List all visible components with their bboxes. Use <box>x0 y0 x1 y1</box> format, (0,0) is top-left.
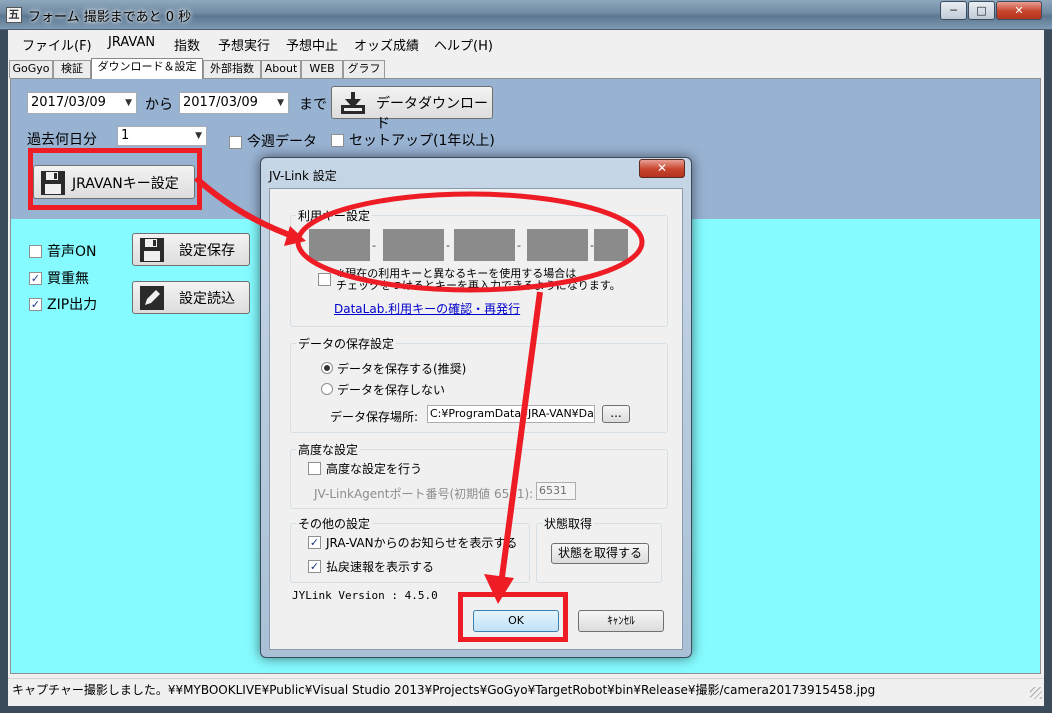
tab-download-settings[interactable]: ダウンロード＆設定 <box>91 58 203 79</box>
save-path-label: データ保存場所: <box>330 410 419 424</box>
change-key-checkbox[interactable] <box>318 273 331 286</box>
tab-about[interactable]: About <box>261 60 301 78</box>
annotation-box <box>28 148 202 210</box>
chevron-down-icon: ▼ <box>195 131 202 141</box>
maximize-button[interactable]: □ <box>968 1 995 20</box>
title-bar: 五 フォーム 撮影まであと 0 秒 ─ □ ✕ <box>0 0 1052 30</box>
port-field[interactable]: 6531 <box>536 482 576 500</box>
advanced-group-label: 高度な設定 <box>296 441 361 458</box>
floppy-disk-icon <box>140 238 164 262</box>
from-label: から <box>145 97 173 113</box>
key-separator: - <box>372 239 376 252</box>
save-data-label: データを保存する(推奨) <box>337 362 467 376</box>
from-date-value: 2017/03/09 <box>31 95 106 110</box>
close-button[interactable]: ✕ <box>996 1 1042 20</box>
menu-bar: ファイル(F) JRAVAN 指数 予想実行 予想中止 オッズ成績 ヘルプ(H) <box>8 30 1044 56</box>
no-buy-checkbox[interactable]: ✓ <box>29 272 42 285</box>
resize-grip[interactable] <box>1030 687 1042 699</box>
notice-label: JRA-VANからのお知らせを表示する <box>326 536 518 550</box>
this-week-checkbox[interactable] <box>229 136 242 149</box>
status-group-label: 状態取得 <box>542 515 595 532</box>
this-week-label: 今週データ <box>247 134 317 150</box>
port-label: JV-LinkAgentポート番号(初期値 6531): <box>314 487 534 501</box>
status-text: キャプチャー撮影しました。¥¥MYBOOKLIVE¥Public¥Visual … <box>12 683 876 697</box>
datalab-key-link[interactable]: DataLab.利用キーの確認・再発行 <box>334 300 520 317</box>
menu-file[interactable]: ファイル(F) <box>22 35 92 54</box>
menu-predict-stop[interactable]: 予想中止 <box>286 35 338 54</box>
version-text: JYLink Version : 4.5.0 <box>292 589 438 602</box>
dialog-close-button[interactable]: ✕ <box>639 159 685 178</box>
tab-graph[interactable]: グラフ <box>343 60 385 78</box>
save-data-radio[interactable] <box>321 362 333 374</box>
jvlink-settings-dialog: JV-Link 設定 ✕ 利用キー設定 - - - - ※現在の利用キーと異なる… <box>260 157 692 658</box>
tab-external-index[interactable]: 外部指数 <box>203 60 261 78</box>
from-date-picker[interactable]: 2017/03/09 ▼ <box>27 92 137 114</box>
chevron-down-icon: ▼ <box>277 98 284 108</box>
data-download-button[interactable]: データダウンロード <box>331 86 493 132</box>
setup-checkbox[interactable] <box>331 134 344 147</box>
save-path-field[interactable]: C:¥ProgramData¥JRA-VAN¥Data <box>427 405 595 423</box>
data-download-label: データダウンロード <box>376 96 488 132</box>
advanced-checkbox[interactable] <box>308 462 321 475</box>
to-label: まで <box>299 97 327 113</box>
menu-predict-run[interactable]: 予想実行 <box>218 35 270 54</box>
chevron-down-icon: ▼ <box>125 98 132 108</box>
load-settings-label: 設定読込 <box>179 291 235 307</box>
minimize-button[interactable]: ─ <box>940 1 967 20</box>
no-save-label: データを保存しない <box>337 383 446 397</box>
tab-gogyo[interactable]: GoGyo <box>9 60 53 78</box>
tab-web[interactable]: WEB <box>301 60 343 78</box>
key-field-3[interactable] <box>454 229 515 261</box>
no-save-radio[interactable] <box>321 383 333 395</box>
no-buy-label: 買重無 <box>47 271 89 287</box>
refund-checkbox[interactable]: ✓ <box>308 560 321 573</box>
to-date-value: 2017/03/09 <box>183 95 258 110</box>
setup-label: セットアップ(1年以上) <box>349 133 495 149</box>
advanced-label: 高度な設定を行う <box>326 462 423 476</box>
save-settings-button[interactable]: 設定保存 <box>132 233 250 266</box>
key-group-label: 利用キー設定 <box>296 207 373 224</box>
zip-checkbox[interactable]: ✓ <box>29 298 42 311</box>
past-days-value: 1 <box>121 128 130 143</box>
save-settings-label: 設定保存 <box>179 243 235 259</box>
key-field-1[interactable] <box>309 229 370 261</box>
menu-jravan[interactable]: JRAVAN <box>108 35 155 50</box>
notice-checkbox[interactable]: ✓ <box>308 536 321 549</box>
status-bar: キャプチャー撮影しました。¥¥MYBOOKLIVE¥Public¥Visual … <box>8 678 1044 702</box>
load-settings-button[interactable]: 設定読込 <box>132 281 250 314</box>
tab-strip: GoGyo 検証 ダウンロード＆設定 外部指数 About WEB グラフ <box>8 58 1044 79</box>
menu-index[interactable]: 指数 <box>174 35 200 54</box>
key-separator: - <box>517 239 521 252</box>
to-date-picker[interactable]: 2017/03/09 ▼ <box>179 92 289 114</box>
dialog-title: JV-Link 設定 <box>269 169 337 183</box>
menu-odds[interactable]: オッズ成績 <box>354 35 419 54</box>
past-days-select[interactable]: 1 ▼ <box>117 126 207 146</box>
cancel-button[interactable]: ｷｬﾝｾﾙ <box>578 610 664 632</box>
key-field-2[interactable] <box>383 229 444 261</box>
save-group-label: データの保存設定 <box>296 335 397 352</box>
get-status-button[interactable]: 状態を取得する <box>551 543 649 564</box>
download-icon <box>341 92 365 114</box>
edit-icon <box>140 286 164 310</box>
app-icon: 五 <box>6 7 22 23</box>
menu-help[interactable]: ヘルプ(H) <box>434 35 493 54</box>
other-group-label: その他の設定 <box>296 515 373 532</box>
dialog-body: 利用キー設定 - - - - ※現在の利用キーと異なるキーを使用する場合は チェ… <box>269 188 683 650</box>
tab-verify[interactable]: 検証 <box>53 60 91 78</box>
key-field-4[interactable] <box>527 229 588 261</box>
sound-checkbox[interactable] <box>29 245 42 258</box>
past-days-label: 過去何日分 <box>27 132 97 148</box>
window-title: フォーム 撮影まであと 0 秒 <box>28 10 192 25</box>
key-field-5[interactable] <box>594 229 628 261</box>
annotation-box <box>458 592 568 642</box>
key-separator: - <box>446 239 450 252</box>
refund-label: 払戻速報を表示する <box>326 560 435 574</box>
browse-button[interactable]: ... <box>602 405 630 423</box>
zip-label: ZIP出力 <box>47 297 98 313</box>
key-note-line-2: チェックをつけるとキーを再入力できるようになります。 <box>336 279 621 292</box>
sound-label: 音声ON <box>47 244 97 260</box>
